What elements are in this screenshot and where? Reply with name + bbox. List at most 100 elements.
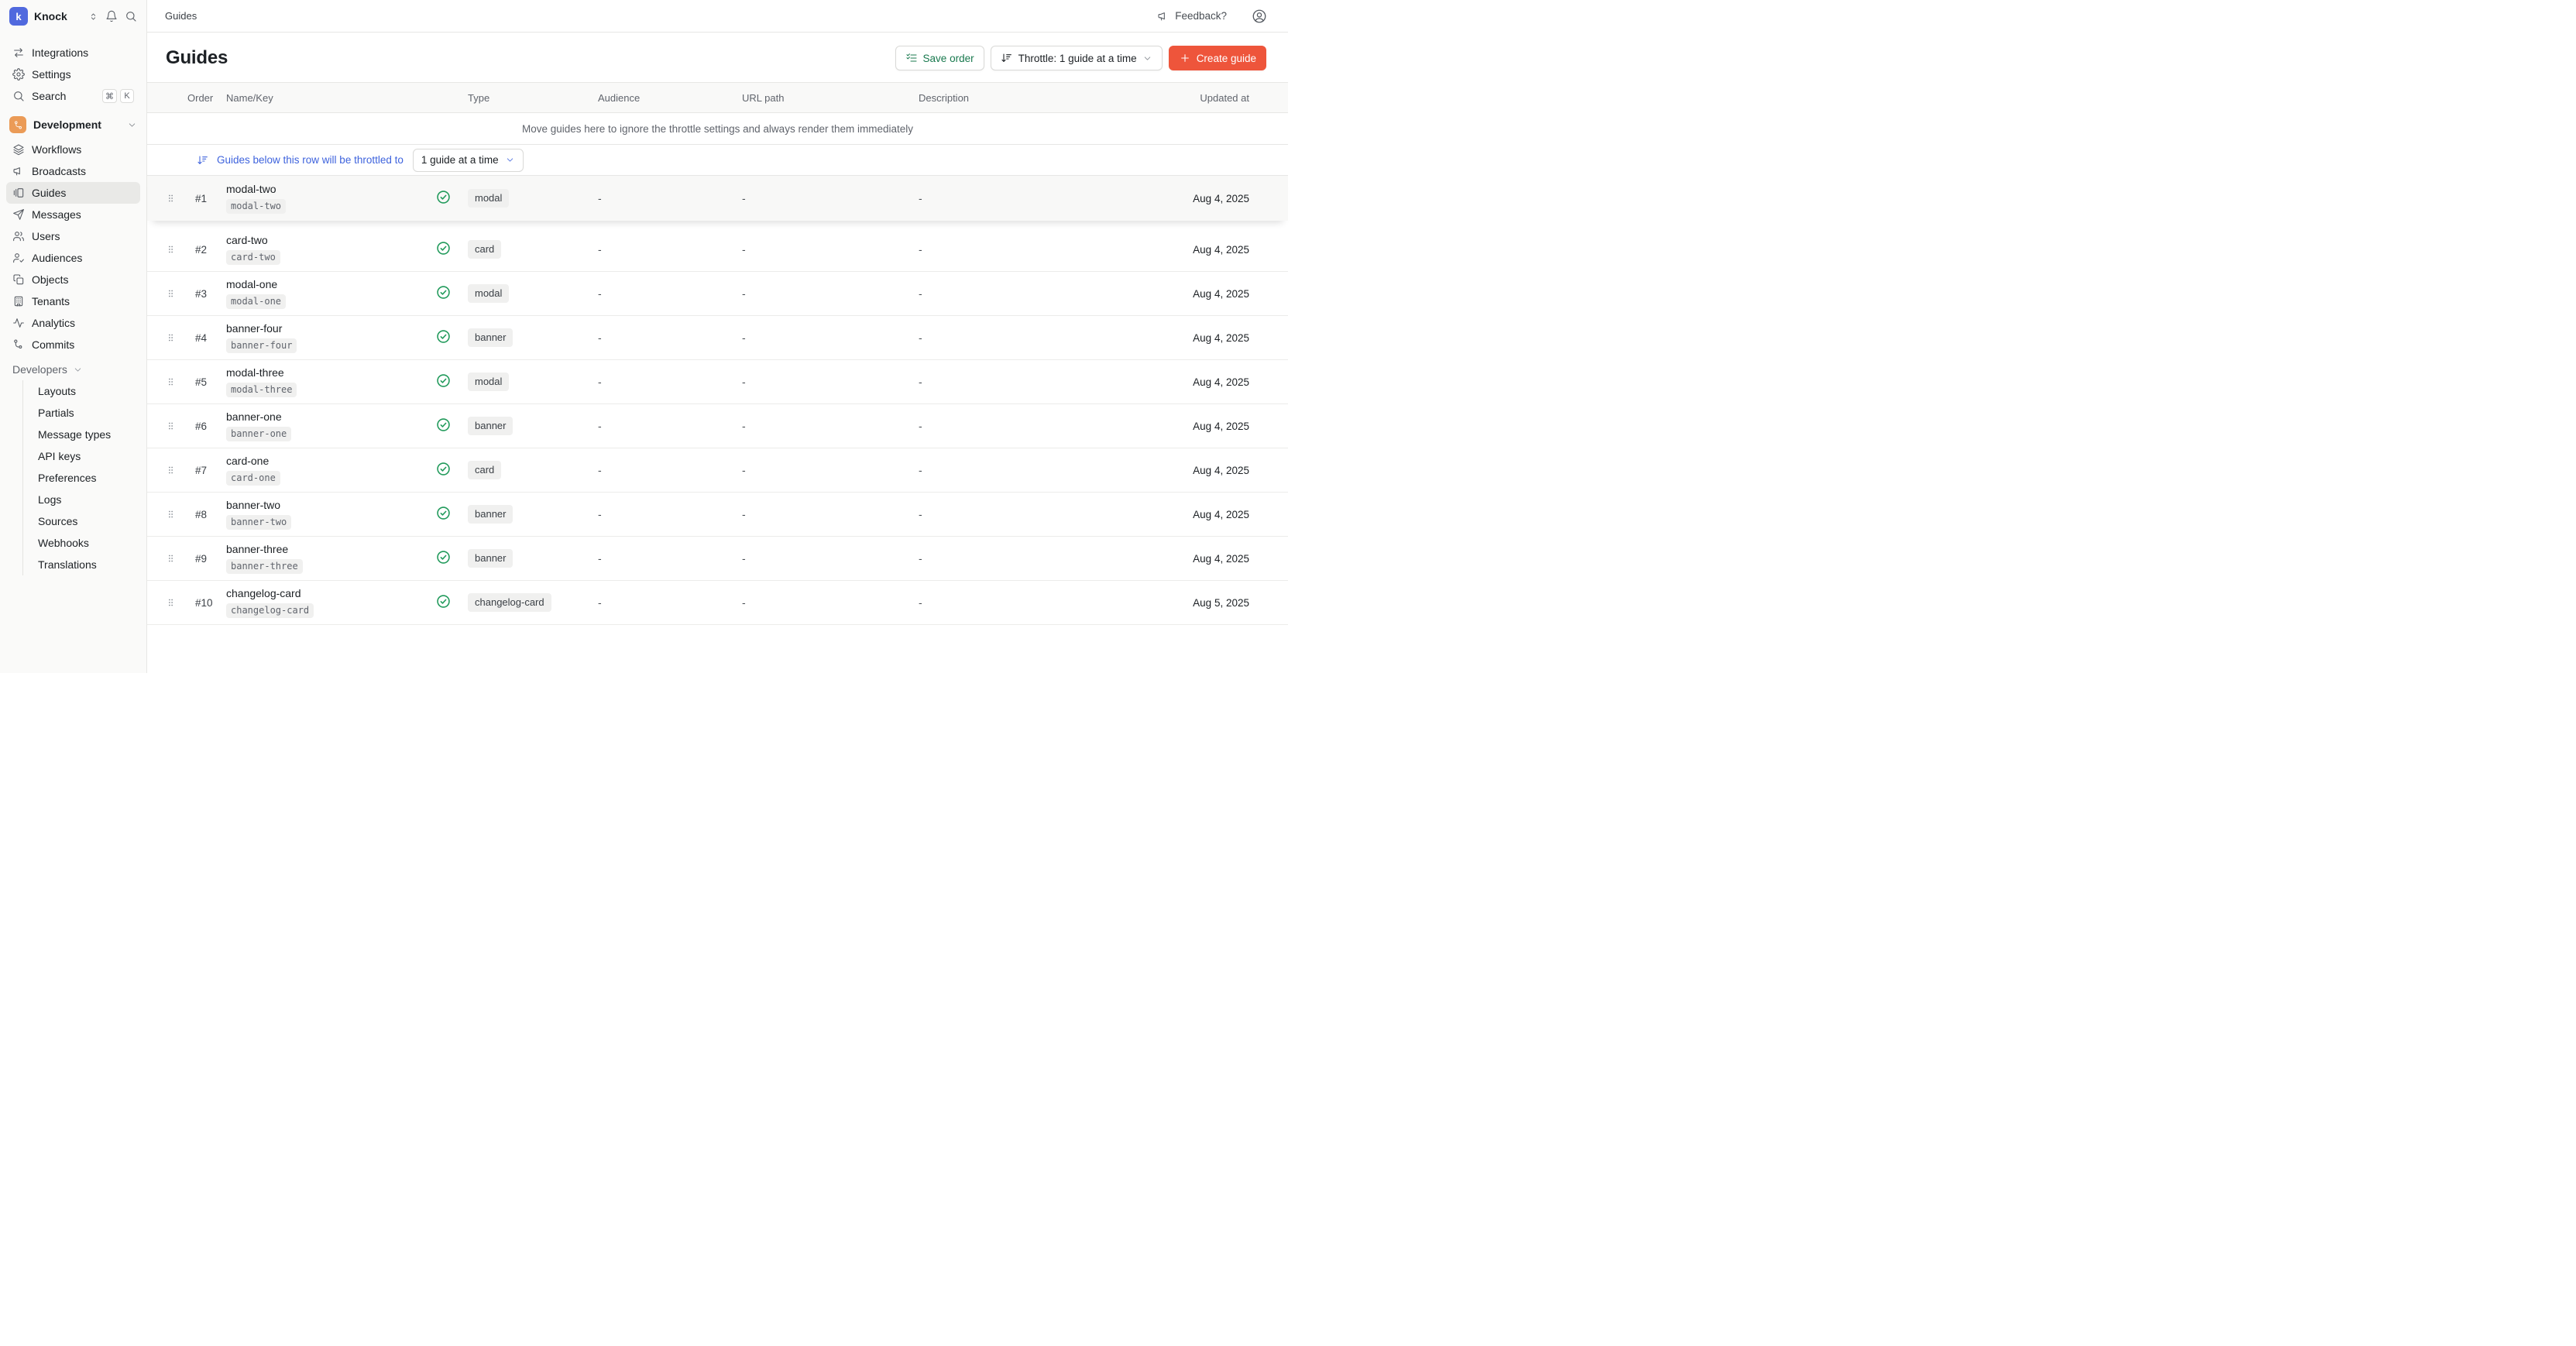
guide-order: #5 xyxy=(195,376,226,388)
copy-icon xyxy=(12,273,25,286)
guide-updated-at: Aug 4, 2025 xyxy=(1148,465,1249,476)
developers-subnav: Layouts Partials Message types API keys … xyxy=(22,380,146,575)
guide-audience: - xyxy=(598,331,742,344)
bell-icon[interactable] xyxy=(105,10,118,22)
gear-icon xyxy=(12,68,25,81)
guide-table-row[interactable]: #1 modal-two modal-two modal - - - Aug 4… xyxy=(147,176,1288,221)
sidebar-nav-item[interactable]: Analytics xyxy=(6,312,140,334)
search-icon[interactable] xyxy=(125,10,137,22)
environment-switcher[interactable]: Development xyxy=(6,113,140,136)
drag-handle-icon[interactable] xyxy=(166,286,177,301)
guide-url-path: - xyxy=(742,192,919,204)
guide-table-row[interactable]: #7 card-one card-one card - - - Aug 4, 2… xyxy=(147,448,1288,493)
guide-order: #7 xyxy=(195,465,226,476)
sidebar-nav-item[interactable]: Integrations xyxy=(6,42,140,64)
drag-handle-icon[interactable] xyxy=(166,374,177,390)
drag-handle-icon[interactable] xyxy=(166,595,177,610)
sidebar-item-label: Search xyxy=(32,90,66,102)
guide-updated-at: Aug 4, 2025 xyxy=(1148,288,1249,300)
sidebar-developer-item[interactable]: Webhooks xyxy=(33,532,140,554)
feedback-button[interactable]: Feedback? xyxy=(1152,9,1231,23)
guide-order: #4 xyxy=(195,332,226,344)
sidebar-nav-item[interactable]: Tenants xyxy=(6,290,140,312)
guide-description: - xyxy=(919,376,1148,388)
guide-table-row[interactable]: #9 banner-three banner-three banner - - … xyxy=(147,537,1288,581)
guide-table-row[interactable]: #3 modal-one modal-one modal - - - Aug 4… xyxy=(147,272,1288,316)
sidebar-developer-item[interactable]: Layouts xyxy=(33,380,140,402)
guide-table-row[interactable]: #10 changelog-card changelog-card change… xyxy=(147,581,1288,625)
sidebar-nav-item[interactable]: Guides xyxy=(6,182,140,204)
drag-handle-icon[interactable] xyxy=(166,551,177,566)
guide-order: #2 xyxy=(195,244,226,256)
sidebar-nav-item[interactable]: Broadcasts xyxy=(6,160,140,182)
building-icon xyxy=(12,295,25,307)
sidebar-developer-item[interactable]: API keys xyxy=(33,445,140,467)
throttle-amount-dropdown[interactable]: 1 guide at a time xyxy=(413,149,524,172)
sidebar-nav-item[interactable]: Objects xyxy=(6,269,140,290)
user-circle-icon xyxy=(1252,9,1267,24)
sidebar-developer-item[interactable]: Message types xyxy=(33,424,140,445)
workspace-name: Knock xyxy=(34,10,67,22)
workspace-switcher[interactable]: k Knock xyxy=(0,0,146,33)
guide-table-row[interactable]: #4 banner-four banner-four banner - - - … xyxy=(147,316,1288,360)
guide-type-badge: banner xyxy=(468,417,513,435)
sidebar-item-label: Workflows xyxy=(32,143,81,156)
sidebar-developer-item[interactable]: Partials xyxy=(33,402,140,424)
drag-handle-icon[interactable] xyxy=(166,418,177,434)
guide-key-badge: modal-two xyxy=(226,199,286,214)
guide-table-row[interactable]: #8 banner-two banner-two banner - - - Au… xyxy=(147,493,1288,537)
throttle-dropdown-button[interactable]: Throttle: 1 guide at a time xyxy=(991,46,1163,70)
sidebar-item-label: Objects xyxy=(32,273,68,286)
sidebar: k Knock Integrations Settings Search ⌘K … xyxy=(0,0,147,673)
megaphone-icon xyxy=(1157,10,1170,22)
drag-handle-icon[interactable] xyxy=(166,191,177,206)
column-header-updated-at: Updated at xyxy=(1148,92,1249,104)
sidebar-item-label: Users xyxy=(32,230,60,242)
sidebar-developer-item[interactable]: Preferences xyxy=(33,467,140,489)
chevrons-up-down-icon[interactable] xyxy=(88,12,98,22)
guide-name: banner-three xyxy=(226,544,435,555)
sidebar-item-label: API keys xyxy=(38,450,81,462)
sidebar-developer-item[interactable]: Sources xyxy=(33,510,140,532)
sidebar-item-label: Partials xyxy=(38,407,74,419)
guide-table-row[interactable]: #6 banner-one banner-one banner - - - Au… xyxy=(147,404,1288,448)
create-guide-button[interactable]: Create guide xyxy=(1169,46,1266,70)
guide-audience: - xyxy=(598,287,742,300)
sidebar-nav-item[interactable]: Search ⌘K xyxy=(6,85,140,107)
guide-description: - xyxy=(919,243,1148,256)
guide-name: card-two xyxy=(226,235,435,246)
sidebar-nav-item[interactable]: Users xyxy=(6,225,140,247)
sidebar-nav-item[interactable]: Commits xyxy=(6,334,140,355)
sidebar-developer-item[interactable]: Logs xyxy=(33,489,140,510)
drag-handle-icon[interactable] xyxy=(166,242,177,257)
guide-name: modal-three xyxy=(226,367,435,378)
guide-key-badge: banner-four xyxy=(226,338,297,353)
developers-section-toggle[interactable]: Developers xyxy=(6,360,140,379)
guide-type-badge: modal xyxy=(468,284,509,303)
drag-handle-icon[interactable] xyxy=(166,462,177,478)
guide-description: - xyxy=(919,420,1148,432)
column-header-name-key: Name/Key xyxy=(226,92,435,104)
sidebar-developer-item[interactable]: Translations xyxy=(33,554,140,575)
guide-description: - xyxy=(919,552,1148,565)
guide-type-badge: card xyxy=(468,461,501,479)
active-status-icon xyxy=(435,284,452,300)
throttle-divider-row: Guides below this row will be throttled … xyxy=(147,145,1288,176)
save-order-button[interactable]: Save order xyxy=(895,46,984,70)
breadcrumb: Guides xyxy=(165,10,197,22)
sidebar-nav-item[interactable]: Messages xyxy=(6,204,140,225)
branch-icon xyxy=(13,120,23,130)
account-menu-button[interactable] xyxy=(1252,9,1267,24)
sidebar-nav-item[interactable]: Audiences xyxy=(6,247,140,269)
guide-type-badge: banner xyxy=(468,328,513,347)
sidebar-nav-item[interactable]: Settings xyxy=(6,64,140,85)
guide-type-badge: banner xyxy=(468,549,513,568)
drag-handle-icon[interactable] xyxy=(166,506,177,522)
sidebar-item-label: Message types xyxy=(38,428,111,441)
guide-table-row[interactable]: #2 card-two card-two card - - - Aug 4, 2… xyxy=(147,228,1288,272)
sidebar-nav-item[interactable]: Workflows xyxy=(6,139,140,160)
guide-table-row[interactable]: #5 modal-three modal-three modal - - - A… xyxy=(147,360,1288,404)
arrows-swap-icon xyxy=(12,46,25,59)
sidebar-item-label: Settings xyxy=(32,68,71,81)
drag-handle-icon[interactable] xyxy=(166,330,177,345)
